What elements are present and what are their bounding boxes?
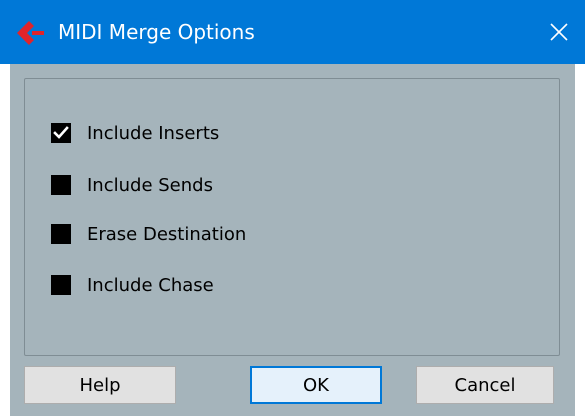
options-panel: Include Inserts Include Sends Erase Dest… (24, 78, 560, 356)
erase-destination-checkbox[interactable] (51, 224, 71, 244)
option-erase-destination[interactable]: Erase Destination (51, 219, 246, 249)
close-button[interactable] (533, 0, 585, 64)
option-include-inserts[interactable]: Include Inserts (51, 118, 219, 148)
erase-destination-label: Erase Destination (87, 223, 247, 245)
checkmark-icon (53, 126, 69, 139)
cancel-button[interactable]: Cancel (416, 366, 554, 404)
ok-button[interactable]: OK (250, 366, 382, 404)
include-sends-checkbox[interactable] (51, 175, 71, 195)
include-inserts-checkbox[interactable] (51, 123, 71, 143)
close-icon (550, 23, 568, 41)
include-sends-label: Include Sends (87, 174, 213, 196)
midi-merge-options-dialog: MIDI Merge Options Include Inserts Inclu… (0, 0, 585, 416)
title-bar[interactable]: MIDI Merge Options (0, 0, 585, 64)
dialog-title: MIDI Merge Options (58, 20, 255, 44)
help-button[interactable]: Help (24, 366, 176, 404)
option-include-sends[interactable]: Include Sends (51, 170, 213, 200)
cubase-logo-icon (17, 21, 44, 45)
include-inserts-label: Include Inserts (87, 122, 220, 144)
include-chase-label: Include Chase (87, 274, 214, 296)
option-include-chase[interactable]: Include Chase (51, 270, 214, 300)
dialog-body: Include Inserts Include Sends Erase Dest… (10, 64, 575, 416)
include-chase-checkbox[interactable] (51, 275, 71, 295)
